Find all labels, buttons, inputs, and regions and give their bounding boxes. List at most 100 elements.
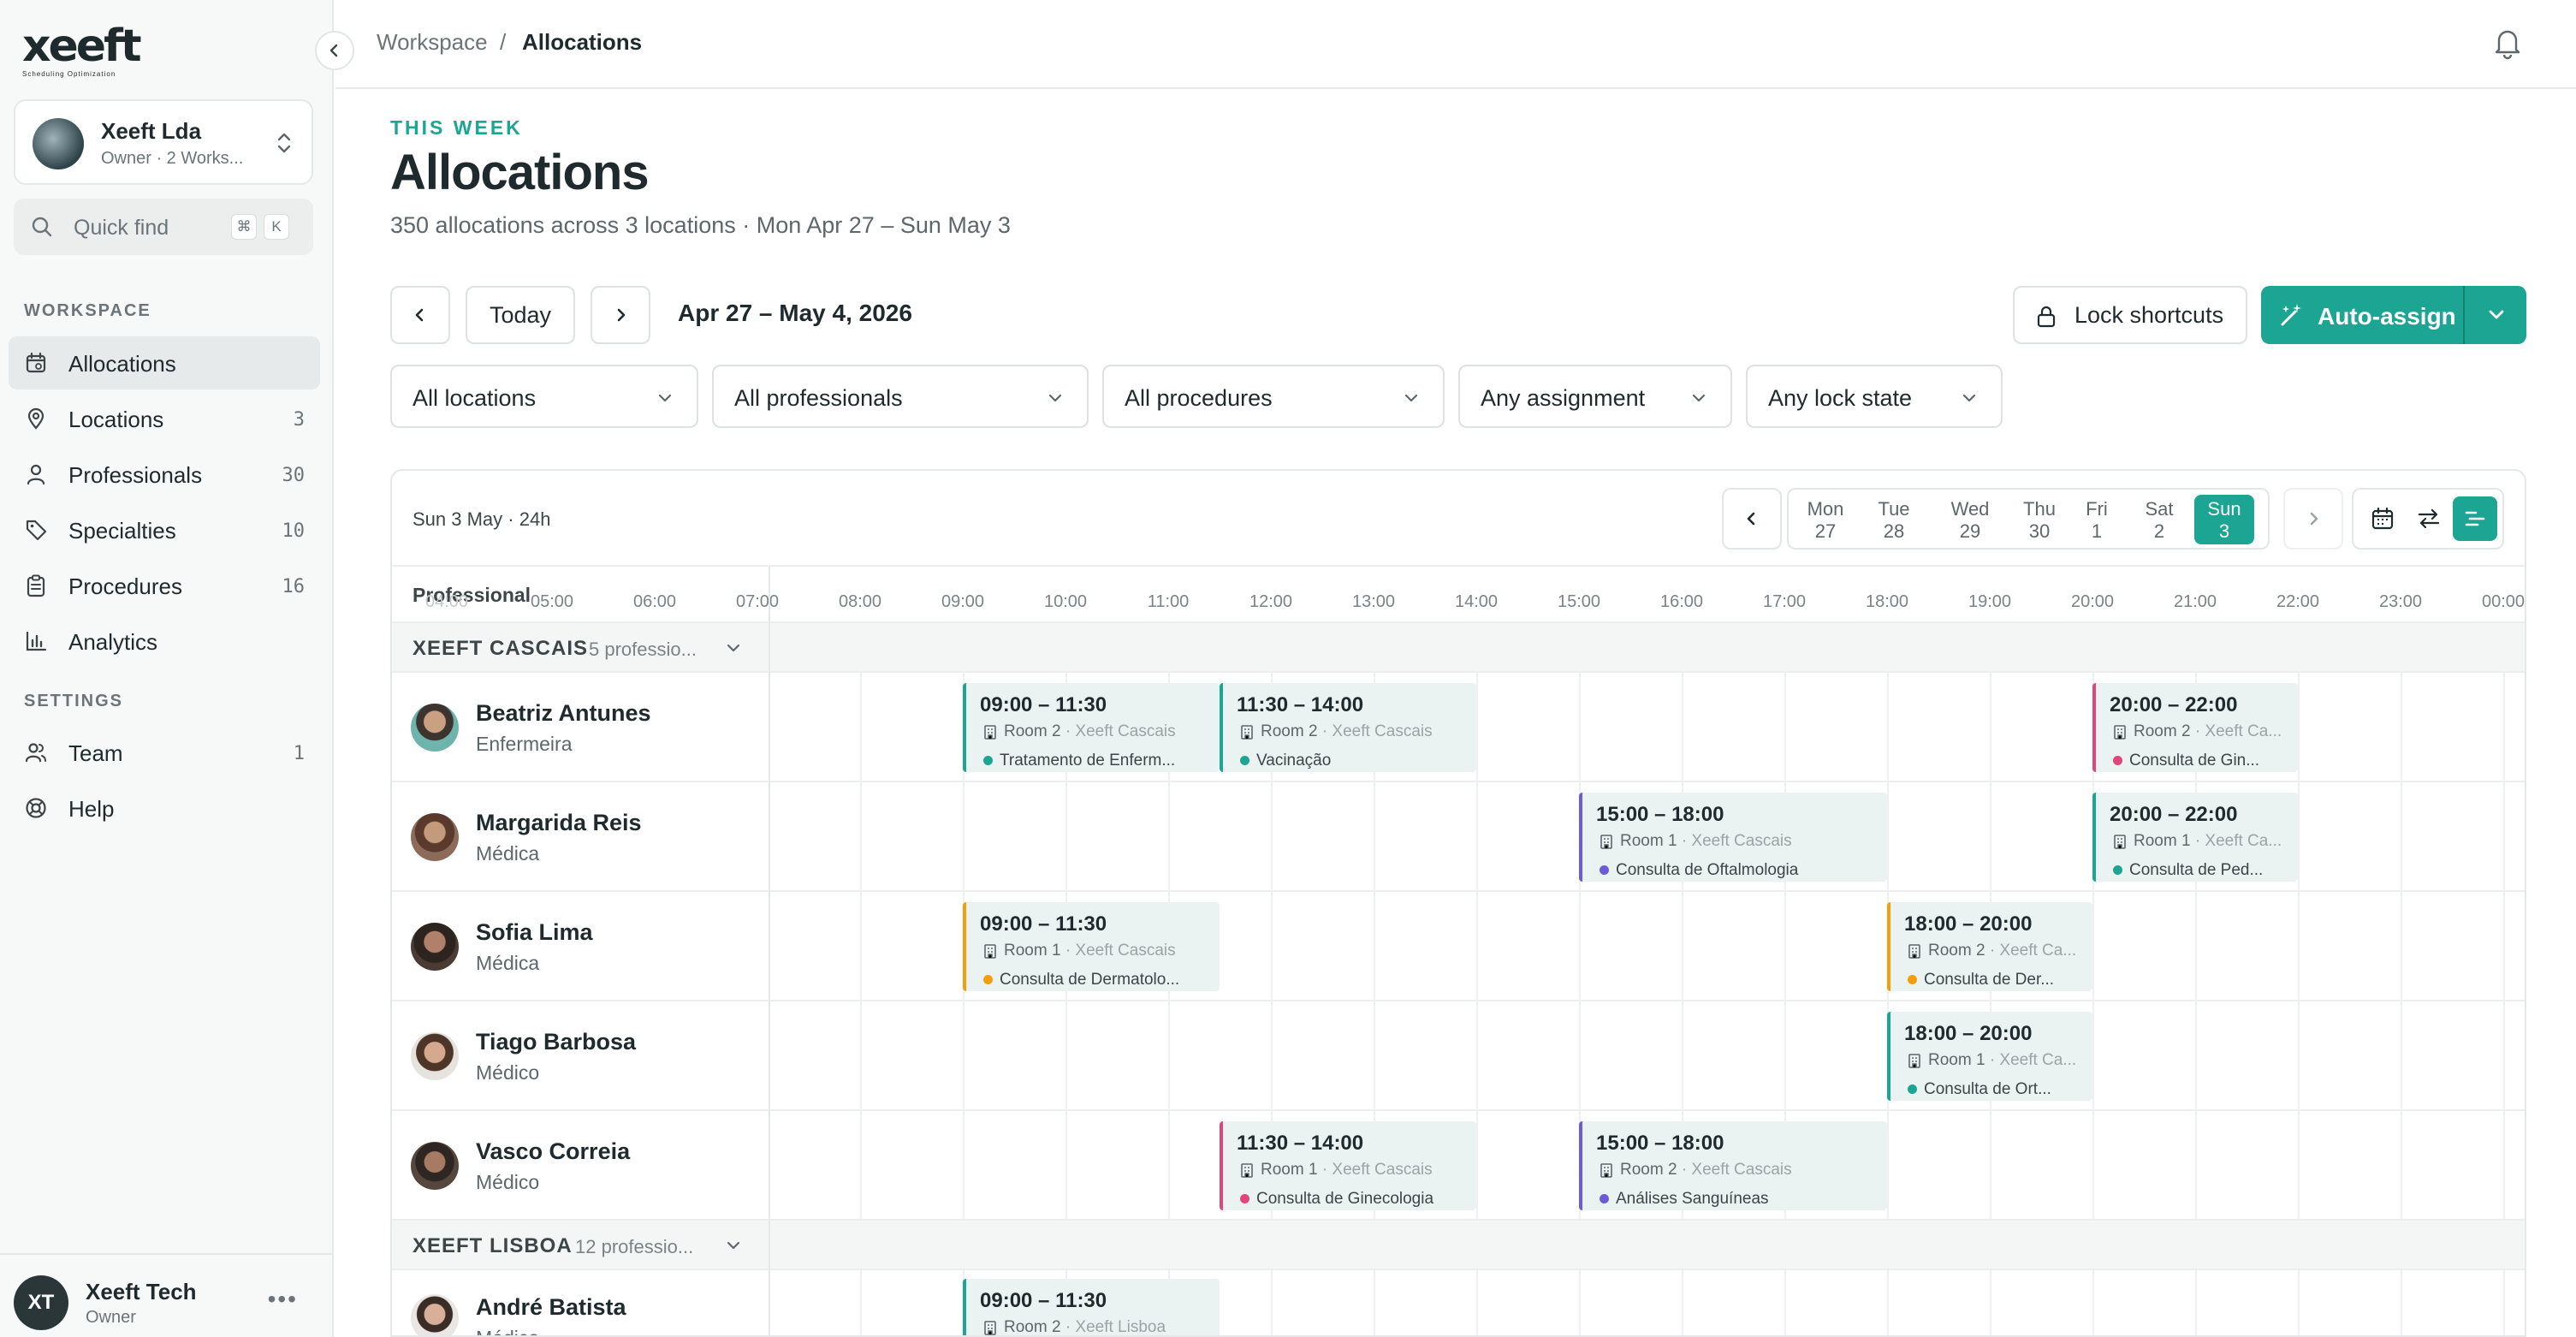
allocation-block[interactable]: 18:00 – 20:00 Room 2 · Xeeft Ca... Consu…	[1887, 902, 2092, 991]
allocation-time: 11:30 – 14:00	[1237, 1132, 1364, 1155]
swap-view-button[interactable]	[2407, 496, 2451, 541]
room-location: · Xeeft Cascais	[1321, 722, 1433, 740]
status-dot	[1240, 756, 1249, 766]
breadcrumb-workspace[interactable]: Workspace	[377, 29, 488, 56]
workspace-switcher[interactable]: Xeeft Lda Owner · 2 Works...	[14, 99, 313, 185]
professional-name[interactable]: Margarida Reis	[476, 810, 642, 836]
allocation-block[interactable]: 11:30 – 14:00 Room 2 · Xeeft Cascais Vac…	[1220, 683, 1476, 772]
procedure-name: Consulta de Ginecologia	[1256, 1190, 1434, 1208]
prev-day-button[interactable]	[1722, 488, 1782, 550]
sidebar-item-locations[interactable]: Locations 3	[9, 392, 320, 445]
timeline-view-button[interactable]	[2453, 496, 2497, 541]
procedure-name: Consulta de Oftalmologia	[1616, 861, 1799, 879]
allocation-procedure: Vacinação	[1240, 752, 1331, 770]
allocation-room: Room 2 · Xeeft Ca...	[1908, 942, 2076, 960]
allocation-block[interactable]: 09:00 – 11:30 Room 2 · Xeeft Cascais Tra…	[963, 683, 1220, 772]
procedure-name: Consulta de Gin...	[2129, 752, 2260, 770]
collapse-sidebar-button[interactable]	[315, 31, 354, 70]
building-icon	[1600, 1163, 1612, 1178]
avatar	[411, 1032, 459, 1080]
sidebar-item-analytics[interactable]: Analytics	[9, 615, 320, 668]
room-name: Room 1	[1620, 832, 1677, 850]
logo-wordmark: xeeft	[22, 21, 142, 72]
professional-name[interactable]: Vasco Correia	[476, 1138, 630, 1165]
next-week-button[interactable]	[591, 286, 650, 344]
today-button[interactable]: Today	[466, 286, 575, 344]
hour-label: 16:00	[1659, 592, 1704, 611]
scheduler: Sun 3 May · 24h Mon 27 Tue 28 Wed 29 Thu 30 …	[390, 469, 2526, 1337]
filter-assignment[interactable]: Any assignment	[1458, 365, 1732, 428]
room-location: · Xeeft Lisboa	[1065, 1318, 1166, 1336]
hour-label: 08:00	[838, 592, 882, 611]
allocation-room: Room 1 · Xeeft Cascais	[1600, 832, 1792, 851]
sidebar-item-label: Allocations	[68, 351, 176, 377]
location-name: XEEFT LISBOA	[413, 1234, 573, 1257]
chevron-down-icon[interactable]	[2485, 303, 2508, 325]
workspace-role: Owner · 2 Works...	[101, 149, 244, 168]
hour-label: 12:00	[1249, 592, 1293, 611]
allocation-block[interactable]: 09:00 – 11:30 Room 1 · Xeeft Cascais Con…	[963, 902, 1220, 991]
professional-name[interactable]: Beatriz Antunes	[476, 700, 651, 727]
day-tue[interactable]: Tue 28	[1864, 495, 1924, 544]
avatar	[411, 1142, 459, 1190]
hour-label: 21:00	[2173, 592, 2217, 611]
sidebar-item-count: 10	[282, 520, 306, 542]
next-day-button[interactable]	[2283, 488, 2343, 550]
procedure-name: Tratamento de Enferm...	[1000, 752, 1176, 770]
avatar	[411, 1294, 459, 1335]
day-sun[interactable]: Sun 3	[2194, 495, 2254, 544]
day-fri[interactable]: Fri 1	[2071, 495, 2122, 544]
allocation-block[interactable]: 15:00 – 18:00 Room 2 · Xeeft Cascais Aná…	[1579, 1121, 1887, 1210]
sidebar-item-help[interactable]: Help	[9, 781, 320, 835]
day-sat[interactable]: Sat 2	[2131, 495, 2187, 544]
allocation-block[interactable]: 11:30 – 14:00 Room 1 · Xeeft Cascais Con…	[1220, 1121, 1476, 1210]
filter-locations[interactable]: All locations	[390, 365, 698, 428]
sidebar-item-team[interactable]: Team 1	[9, 726, 320, 779]
quick-find[interactable]: Quick find ⌘ K	[14, 199, 313, 255]
allocation-block[interactable]: 09:00 – 11:30 Room 2 · Xeeft Lisboa	[963, 1279, 1220, 1336]
user-menu[interactable]: XT Xeeft Tech Owner •••	[0, 1253, 332, 1337]
professional-name[interactable]: André Batista	[476, 1294, 626, 1321]
day-mon[interactable]: Mon 27	[1795, 495, 1855, 544]
day-thu[interactable]: Thu 30	[2009, 495, 2069, 544]
allocation-block[interactable]: 18:00 – 20:00 Room 1 · Xeeft Ca... Consu…	[1887, 1012, 2092, 1101]
calendar-icon	[2371, 507, 2394, 530]
day-num: 29	[1959, 520, 1981, 542]
allocation-block[interactable]: 20:00 – 22:00 Room 1 · Xeeft Ca... Consu…	[2092, 793, 2298, 882]
professional-name[interactable]: Tiago Barbosa	[476, 1029, 636, 1055]
building-icon	[1908, 944, 1920, 959]
day-title: Sun 3 May · 24h	[413, 508, 551, 530]
bell-icon[interactable]	[2492, 26, 2523, 60]
calendar-view-button[interactable]	[2360, 496, 2405, 541]
more-icon[interactable]: •••	[268, 1286, 298, 1313]
allocation-time: 09:00 – 11:30	[980, 693, 1107, 716]
building-icon	[984, 1321, 996, 1335]
sidebar-item-procedures[interactable]: Procedures 16	[9, 559, 320, 612]
prev-week-button[interactable]	[390, 286, 450, 344]
day-wed[interactable]: Wed 29	[1934, 495, 2006, 544]
sidebar-item-professionals[interactable]: Professionals 30	[9, 448, 320, 501]
filter-procedures[interactable]: All procedures	[1102, 365, 1445, 428]
chevron-right-icon	[2310, 512, 2318, 526]
status-dot	[1908, 1084, 1917, 1095]
lock-shortcuts-button[interactable]: Lock shortcuts	[2013, 286, 2247, 344]
room-location: · Xeeft Ca...	[2194, 722, 2282, 740]
location-group-lisboa[interactable]: XEEFT LISBOA 12 professio...	[392, 1221, 2525, 1270]
filter-professionals[interactable]: All professionals	[712, 365, 1089, 428]
scheduler-toolbar: Sun 3 May · 24h Mon 27 Tue 28 Wed 29 Thu 30 …	[392, 471, 2525, 567]
chevron-left-icon	[329, 44, 338, 57]
sidebar-item-allocations[interactable]: Allocations	[9, 336, 320, 389]
logo[interactable]: xeeft Scheduling Optimization	[22, 21, 142, 78]
allocation-block[interactable]: 20:00 – 22:00 Room 2 · Xeeft Ca... Consu…	[2092, 683, 2298, 772]
filter-lock-state[interactable]: Any lock state	[1746, 365, 2003, 428]
auto-assign-button[interactable]: Auto-assign	[2261, 286, 2526, 344]
location-group-cascais[interactable]: XEEFT CASCAIS 5 professio...	[392, 623, 2525, 673]
allocation-block[interactable]: 15:00 – 18:00 Room 1 · Xeeft Cascais Con…	[1579, 793, 1887, 882]
allocation-time: 18:00 – 20:00	[1904, 912, 2033, 936]
building-icon	[1908, 1054, 1920, 1068]
sidebar-item-specialties[interactable]: Specialties 10	[9, 503, 320, 556]
users-icon	[25, 743, 46, 763]
sidebar-item-label: Professionals	[68, 462, 203, 488]
building-icon	[2114, 835, 2126, 849]
professional-name[interactable]: Sofia Lima	[476, 919, 593, 946]
